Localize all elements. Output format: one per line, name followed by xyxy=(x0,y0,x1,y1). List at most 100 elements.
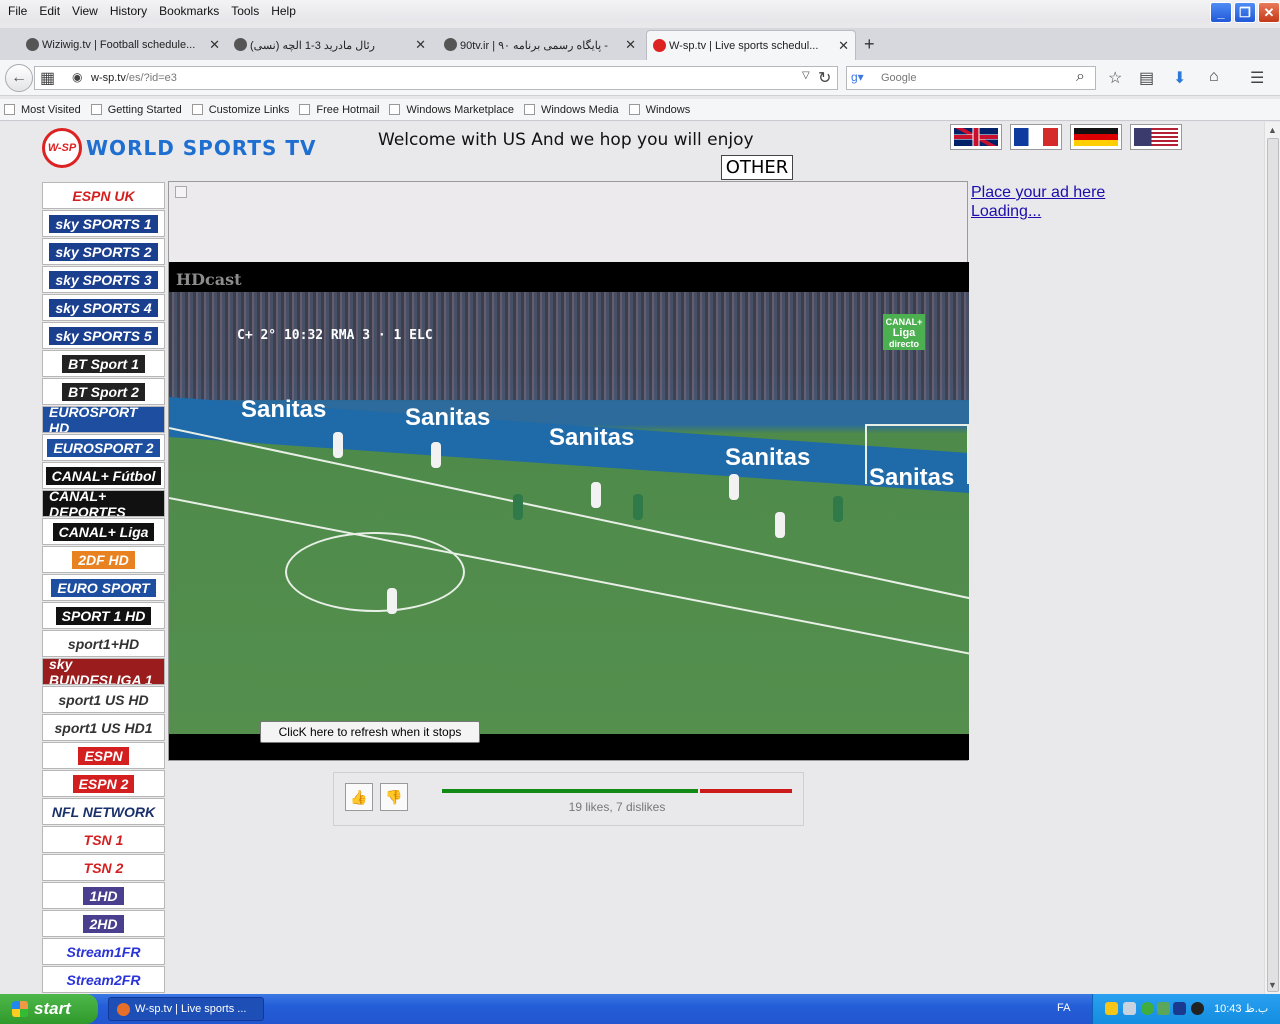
channel-button[interactable]: sky SPORTS 1 xyxy=(42,210,165,237)
uk-flag[interactable] xyxy=(950,124,1002,150)
network-icon[interactable] xyxy=(1123,1002,1136,1015)
channel-button[interactable]: TSN 1 xyxy=(42,826,165,853)
channel-button[interactable]: EURO SPORT xyxy=(42,574,165,601)
speaker-icon[interactable] xyxy=(1191,1002,1204,1015)
menu-hamburger-icon[interactable]: ☰ xyxy=(1250,68,1264,88)
channel-button[interactable]: TSN 2 xyxy=(42,854,165,881)
bookmarks-menu-icon[interactable]: ▤ xyxy=(1139,68,1154,88)
channel-button[interactable]: EUROSPORT 2 xyxy=(42,434,165,461)
start-button[interactable]: start xyxy=(0,994,98,1024)
page-grid-icon[interactable]: ▦ xyxy=(40,68,55,88)
channel-button[interactable]: sport1 US HD1 xyxy=(42,714,165,741)
scroll-down-icon[interactable]: ▼ xyxy=(1268,980,1277,990)
bookmark-item[interactable]: Getting Started xyxy=(90,104,182,116)
dislike-button[interactable]: 👎 xyxy=(380,783,408,811)
home-icon[interactable]: ⌂ xyxy=(1209,68,1219,86)
bookmark-item[interactable]: Free Hotmail xyxy=(299,104,379,116)
scroll-up-icon[interactable]: ▲ xyxy=(1268,125,1277,135)
ad-link[interactable]: Place your ad here Loading... xyxy=(971,183,1105,221)
back-button[interactable]: ← xyxy=(5,64,33,92)
downloads-icon[interactable]: ⬇ xyxy=(1173,68,1186,88)
channel-button[interactable]: sport1 US HD xyxy=(42,686,165,713)
site-identity-icon[interactable]: ◉ xyxy=(72,70,82,84)
close-tab-icon[interactable]: ✕ xyxy=(209,37,220,53)
bookmark-item[interactable]: Windows xyxy=(628,104,690,116)
other-button[interactable]: OTHER xyxy=(721,155,793,180)
bookmark-item[interactable]: Windows Marketplace xyxy=(389,104,514,116)
antivirus-icon[interactable] xyxy=(1157,1002,1170,1015)
channel-button[interactable]: NFL NETWORK xyxy=(42,798,165,825)
close-tab-icon[interactable]: ✕ xyxy=(838,38,849,54)
google-search-engine-icon[interactable]: g▾ xyxy=(851,70,864,84)
germany-flag[interactable] xyxy=(1070,124,1122,150)
site-logo[interactable]: W-SP WORLD SPORTS TV xyxy=(42,128,316,168)
menu-tools[interactable]: Tools xyxy=(227,4,267,18)
channel-button[interactable]: CANAL+ Fútbol xyxy=(42,462,165,489)
france-flag[interactable] xyxy=(1010,124,1062,150)
ad-loading-text[interactable]: Loading... xyxy=(971,202,1105,221)
channel-button[interactable]: CANAL+ DEPORTES xyxy=(42,490,165,517)
channel-button[interactable]: ESPN xyxy=(42,742,165,769)
bookmark-item[interactable]: Most Visited xyxy=(4,104,81,116)
channel-button[interactable]: sky SPORTS 2 xyxy=(42,238,165,265)
info-icon[interactable] xyxy=(1141,1002,1154,1015)
like-button[interactable]: 👍 xyxy=(345,783,373,811)
page-scrollbar[interactable]: ▲ ▼ xyxy=(1264,122,1280,994)
close-tab-icon[interactable]: ✕ xyxy=(625,37,636,53)
channel-button[interactable]: sky BUNDESLIGA 1 xyxy=(42,658,165,685)
url-bar[interactable]: w-sp.tv/es/?id=e3 xyxy=(34,66,838,90)
player-figure xyxy=(775,512,785,538)
close-window-button[interactable]: ✕ xyxy=(1258,2,1280,23)
channel-button[interactable]: 2DF HD xyxy=(42,546,165,573)
video-player[interactable]: HDcast Sanitas Sanitas Sanitas Sanitas S… xyxy=(169,262,969,760)
menu-file[interactable]: File xyxy=(4,4,35,18)
channel-button[interactable]: sky SPORTS 4 xyxy=(42,294,165,321)
taskbar-window-firefox[interactable]: W-sp.tv | Live sports ... xyxy=(108,997,264,1021)
video-frame[interactable]: Sanitas Sanitas Sanitas Sanitas Sanitas … xyxy=(169,292,969,734)
welcome-message: Welcome with US And we hop you will enjo… xyxy=(378,130,754,150)
channel-button[interactable]: BT Sport 1 xyxy=(42,350,165,377)
channel-button[interactable]: sport1+HD xyxy=(42,630,165,657)
refresh-stream-button[interactable]: ClicK here to refresh when it stops xyxy=(260,721,480,743)
channel-button[interactable]: EUROSPORT HD xyxy=(42,406,165,433)
restore-button[interactable]: ❐ xyxy=(1234,2,1256,23)
bookmark-item[interactable]: Windows Media xyxy=(523,104,619,116)
menu-edit[interactable]: Edit xyxy=(35,4,68,18)
channel-button[interactable]: SPORT 1 HD xyxy=(42,602,165,629)
bookmark-star-icon[interactable]: ☆ xyxy=(1108,68,1122,88)
menu-help[interactable]: Help xyxy=(267,4,304,18)
ad-text[interactable]: Place your ad here xyxy=(971,183,1105,202)
tab-90tv[interactable]: 90tv.ir | ۹۰ پایگاه رسمی برنامه - ✕ xyxy=(438,30,642,60)
search-icon[interactable]: ⌕ xyxy=(1076,68,1085,86)
channel-button[interactable]: sky SPORTS 3 xyxy=(42,266,165,293)
reload-icon[interactable]: ↻ xyxy=(818,68,831,88)
display-icon[interactable] xyxy=(1173,1002,1186,1015)
channel-button[interactable]: Stream1FR xyxy=(42,938,165,965)
usa-flag[interactable] xyxy=(1130,124,1182,150)
url-dropdown-icon[interactable]: ▽ xyxy=(802,70,810,81)
close-tab-icon[interactable]: ✕ xyxy=(415,37,426,53)
minimize-button[interactable]: _ xyxy=(1210,2,1232,23)
menu-history[interactable]: History xyxy=(106,4,155,18)
goal-net xyxy=(865,424,969,484)
channel-button[interactable]: ESPN UK xyxy=(42,182,165,209)
security-shield-icon[interactable] xyxy=(1105,1002,1118,1015)
menu-view[interactable]: View xyxy=(68,4,106,18)
scrollbar-thumb[interactable] xyxy=(1267,138,1279,992)
new-tab-icon[interactable]: + xyxy=(864,34,875,55)
channel-button[interactable]: 2HD xyxy=(42,910,165,937)
tab-strip: Wiziwig.tv | Football schedule... ✕ (نسی… xyxy=(0,28,1280,60)
tab-wsp[interactable]: W-sp.tv | Live sports schedul... ✕ xyxy=(646,30,856,60)
tab-wiziwig[interactable]: Wiziwig.tv | Football schedule... ✕ xyxy=(20,30,226,60)
search-input[interactable]: Google xyxy=(846,66,1096,90)
channel-button[interactable]: 1HD xyxy=(42,882,165,909)
tab-real-madrid[interactable]: (نسی) رئال مادرید 3-1 الچه ✕ xyxy=(228,30,432,60)
language-indicator[interactable]: FA xyxy=(1057,1002,1070,1014)
channel-button[interactable]: sky SPORTS 5 xyxy=(42,322,165,349)
channel-button[interactable]: BT Sport 2 xyxy=(42,378,165,405)
channel-button[interactable]: ESPN 2 xyxy=(42,770,165,797)
channel-button[interactable]: CANAL+ Liga xyxy=(42,518,165,545)
channel-button[interactable]: Stream2FR xyxy=(42,966,165,993)
menu-bookmarks[interactable]: Bookmarks xyxy=(155,4,227,18)
bookmark-item[interactable]: Customize Links xyxy=(191,104,289,116)
